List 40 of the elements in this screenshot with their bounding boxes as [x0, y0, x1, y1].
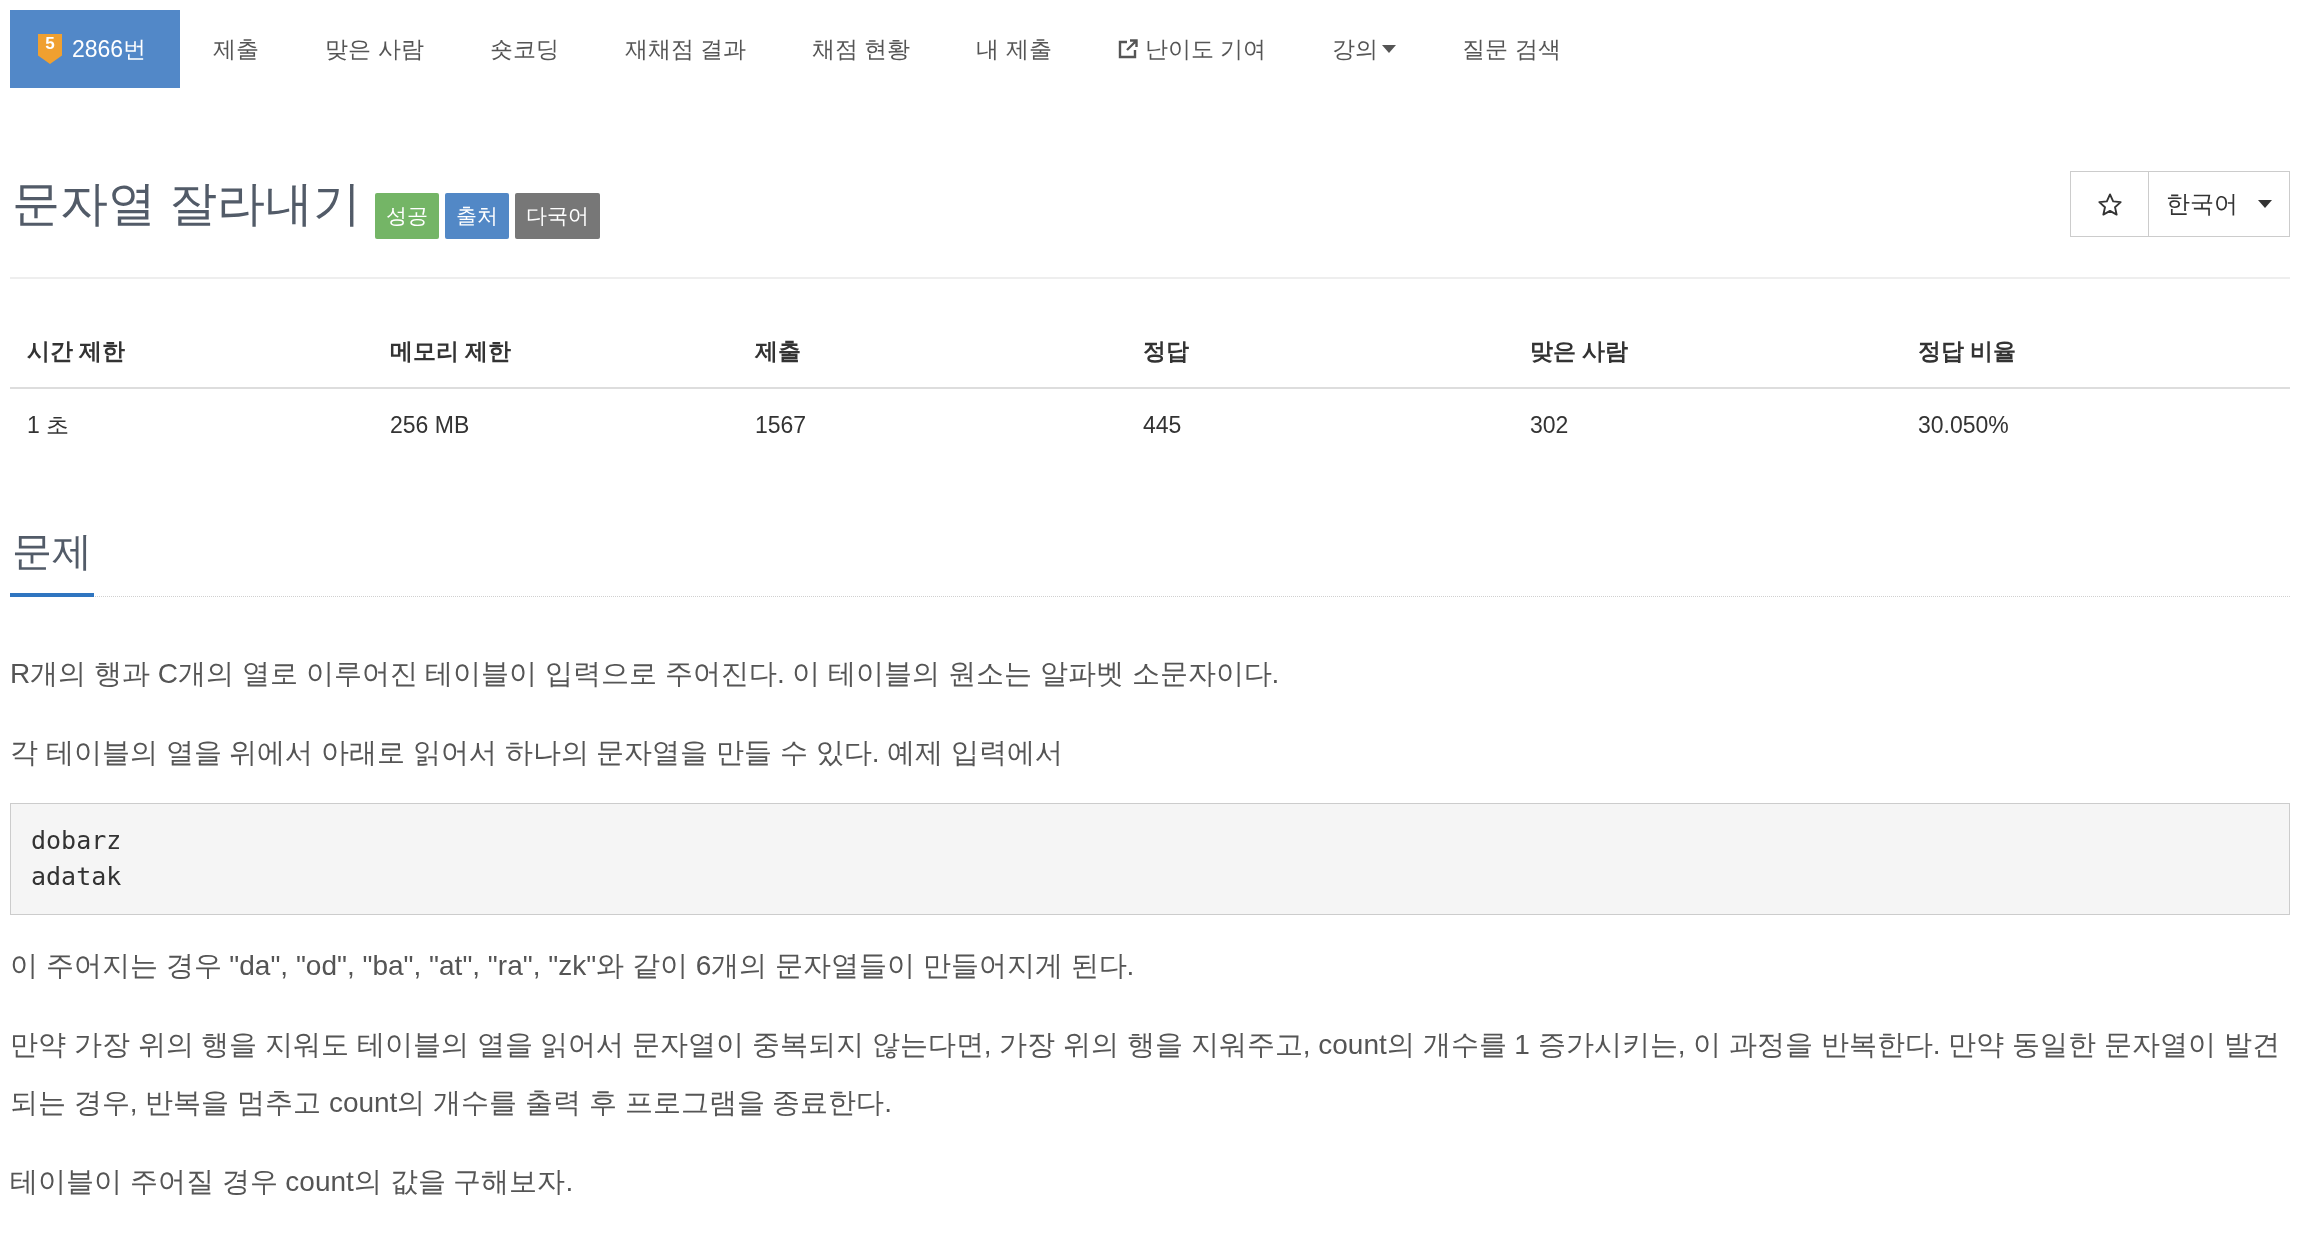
nav-tab[interactable]: 숏코딩: [456, 10, 592, 88]
table-header-cell: 정답 비율: [1901, 315, 2290, 388]
caret-icon: [1382, 45, 1397, 53]
problem-tag: 성공: [375, 193, 440, 239]
table-cell: 445: [1126, 388, 1513, 461]
star-icon: [2097, 192, 2122, 216]
favorite-button[interactable]: [2070, 171, 2148, 237]
paragraph: 각 테이블의 열을 위에서 아래로 읽어서 하나의 문자열을 만들 수 있다. 예제 입력에서: [10, 736, 1065, 770]
table-cell: 30.050%: [1901, 388, 2290, 461]
problem-title: 문자열 잘라내기: [12, 176, 362, 232]
problem-tag: 출처: [445, 193, 510, 239]
table-header-cell: 메모리 제한: [373, 315, 738, 388]
nav-tab[interactable]: 재채점 결과: [591, 10, 779, 88]
nav-tab[interactable]: 채점 현황: [778, 10, 944, 88]
nav-tab[interactable]: 5 2866번: [10, 10, 181, 88]
table-cell: 1567: [738, 388, 1126, 461]
problem-tag: 다국어: [515, 193, 601, 239]
table-cell: 302: [1513, 388, 1901, 461]
nav-tab[interactable]: 강의: [1299, 10, 1430, 88]
tier-badge: 5: [38, 34, 62, 64]
nav-tab[interactable]: 난이도 기여: [1084, 10, 1300, 88]
table-header-cell: 시간 제한: [10, 315, 373, 388]
caret-icon: [2258, 200, 2272, 208]
table-header-cell: 제출: [738, 315, 1126, 388]
paragraph: 이 주어지는 경우 "da", "od", "ba", "at", "ra", "zk"와 같이 6개의 문자열들이 만들어지게 된다.: [10, 949, 1136, 983]
section-heading: 문제: [10, 527, 94, 597]
table-header-cell: 맞은 사람: [1513, 315, 1901, 388]
table-cell: 1 초: [10, 388, 373, 461]
external-link-icon: [1117, 39, 1138, 59]
nav-tab[interactable]: 내 제출: [943, 10, 1085, 88]
language-dropdown[interactable]: 한국어: [2148, 171, 2290, 237]
paragraph: R개의 행과 C개의 열로 이루어진 테이블이 입력으로 주어진다. 이 테이블의 원소는 알파벳 소문자이다.: [10, 657, 1281, 691]
table-cell: 256 MB: [373, 388, 738, 461]
paragraph: 만약 가장 위의 행을 지워도 테이블의 열을 읽어서 문자열이 중복되지 않는다면, 가장 위의 행을 지워주고, count의 개수를 1 증가시키는, 이 과정을 반복한다. 만약 동일한 문자열이 발견되는 경우, 반복을 멈추고 count의 개수를 출력 후 프로그램을 종료한다.: [10, 1028, 2281, 1120]
nav-tab[interactable]: 질문 검색: [1429, 10, 1594, 88]
nav-tab[interactable]: 제출: [180, 10, 293, 88]
code-block: dobarz adatak: [10, 803, 2290, 915]
nav-tab[interactable]: 맞은 사람: [292, 10, 457, 88]
table-header-cell: 정답: [1126, 315, 1513, 388]
paragraph: 테이블이 주어질 경우 count의 값을 구해보자.: [10, 1165, 575, 1199]
